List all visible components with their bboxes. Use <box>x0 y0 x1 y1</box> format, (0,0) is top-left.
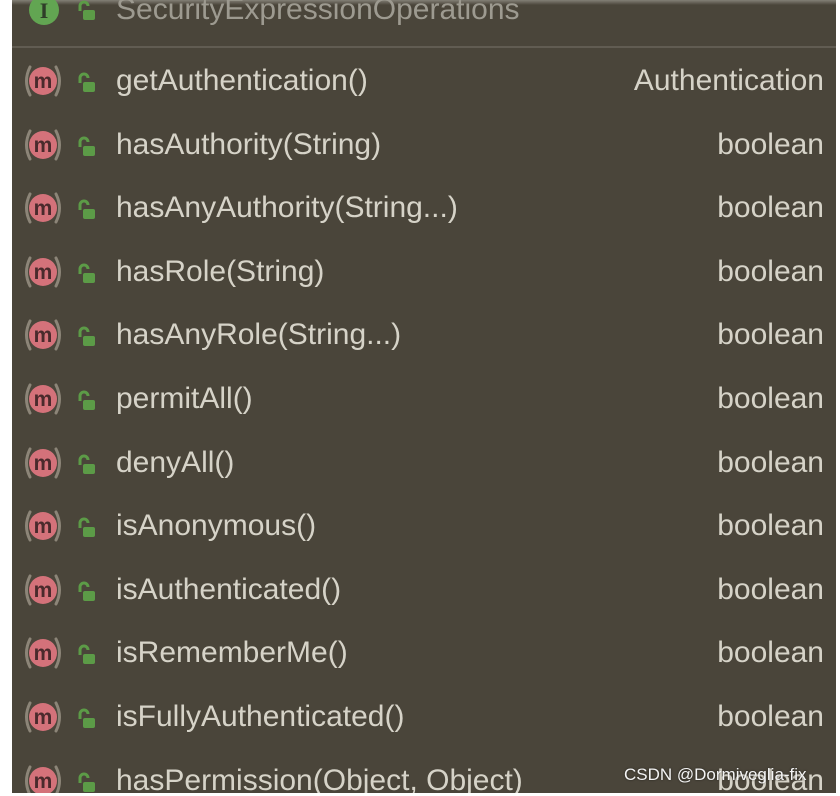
public-lock-icon <box>78 644 95 665</box>
svg-text:m: m <box>34 452 53 475</box>
method-icon: m <box>25 637 61 669</box>
header-divider <box>12 46 836 48</box>
public-lock-icon <box>78 72 95 92</box>
return-type: Authentication <box>633 64 824 97</box>
svg-text:m: m <box>34 706 53 729</box>
svg-text:m: m <box>34 134 53 157</box>
return-type: boolean <box>717 572 824 606</box>
method-name: permitAll() <box>116 381 253 415</box>
method-row[interactable]: m isAnonymous() boolean <box>12 494 836 558</box>
return-type: boolean <box>717 699 824 733</box>
return-type: boolean <box>717 509 824 543</box>
method-name: denyAll() <box>116 445 235 479</box>
return-type: boolean <box>717 127 824 161</box>
method-name: hasAuthority(String) <box>116 127 382 161</box>
method-icon: m <box>25 510 61 542</box>
svg-text:m: m <box>34 579 53 602</box>
public-lock-icon <box>78 517 95 538</box>
public-lock-icon <box>78 199 95 220</box>
public-lock-icon <box>78 708 95 728</box>
method-name: hasAnyRole(String...) <box>116 318 402 352</box>
method-row[interactable]: m hasAnyAuthority(String...) boolean <box>12 176 836 240</box>
method-icon: m <box>25 447 61 479</box>
interface-icon: I <box>29 0 59 25</box>
method-icon: m <box>25 319 61 351</box>
public-lock-icon <box>78 454 95 474</box>
public-lock-icon <box>78 581 95 601</box>
svg-text:m: m <box>34 642 53 665</box>
return-type: boolean <box>717 318 824 352</box>
method-row[interactable]: m hasAnyRole(String...) boolean <box>12 303 836 367</box>
svg-text:m: m <box>34 197 53 220</box>
return-type: boolean <box>717 254 824 288</box>
method-list: m getAuthentication() Authentication m hasAu… <box>12 49 836 793</box>
method-icon: m <box>25 383 61 415</box>
method-name: isRememberMe() <box>116 636 348 670</box>
return-type: boolean <box>717 636 824 670</box>
interface-title: SecurityExpressionOperations <box>116 0 520 26</box>
method-row[interactable]: m isFullyAuthenticated() boolean <box>12 685 836 749</box>
public-lock-icon <box>78 263 95 283</box>
method-row[interactable]: m hasAuthority(String) boolean <box>12 113 836 177</box>
public-lock-icon <box>78 0 95 20</box>
public-lock-icon <box>78 772 95 792</box>
method-row[interactable]: m denyAll() boolean <box>12 431 836 495</box>
method-name: isAnonymous() <box>116 509 317 543</box>
watermark: CSDN @Dormiveglia-fix <box>624 765 807 784</box>
method-name: isFullyAuthenticated() <box>116 699 405 733</box>
popup-header: I SecurityExpressionOperations <box>12 0 836 42</box>
method-name: hasRole(String) <box>116 254 325 288</box>
method-icon: m <box>25 192 61 224</box>
method-row[interactable]: m isRememberMe() boolean <box>12 621 836 685</box>
return-type: boolean <box>717 381 824 415</box>
method-row[interactable]: m getAuthentication() Authentication <box>12 49 836 113</box>
method-icon: m <box>25 765 61 793</box>
return-type: boolean <box>717 191 824 225</box>
method-name: hasAnyAuthority(String...) <box>116 191 458 225</box>
svg-text:m: m <box>34 324 53 347</box>
method-row[interactable]: m hasRole(String) boolean <box>12 240 836 304</box>
method-row[interactable]: m permitAll() boolean <box>12 367 836 431</box>
svg-text:I: I <box>40 0 49 23</box>
method-name: isAuthenticated() <box>116 572 342 606</box>
public-lock-icon <box>78 326 95 347</box>
method-icon: m <box>25 129 61 161</box>
svg-text:m: m <box>34 515 53 538</box>
method-icon: m <box>25 256 61 288</box>
public-lock-icon <box>78 136 95 156</box>
svg-text:m: m <box>34 261 53 284</box>
method-icon: m <box>25 574 61 606</box>
return-type: boolean <box>717 445 824 479</box>
svg-text:m: m <box>34 770 53 793</box>
structure-popup: I SecurityExpressionOperations m getAuthe… <box>12 0 836 793</box>
method-icon: m <box>25 701 61 733</box>
svg-text:m: m <box>34 70 53 93</box>
svg-text:m: m <box>34 388 53 411</box>
method-row[interactable]: m isAuthenticated() boolean <box>12 558 836 622</box>
method-name: getAuthentication() <box>116 64 368 97</box>
public-lock-icon <box>78 390 95 410</box>
method-name: hasPermission(Object, Object) <box>116 763 523 793</box>
method-icon: m <box>25 65 61 97</box>
